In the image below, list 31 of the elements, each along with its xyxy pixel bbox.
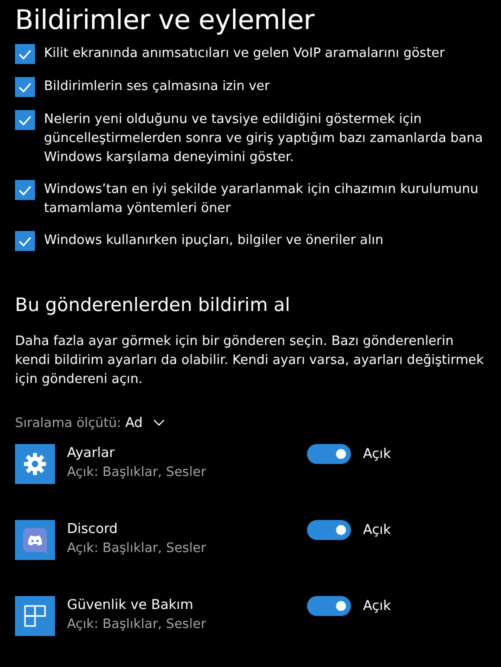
app-detail: Açık: Başlıklar, Sesler bbox=[67, 464, 208, 482]
sort-dropdown[interactable]: Ad bbox=[125, 415, 143, 431]
checkbox-label: Kilit ekranında anımsatıcıları ve gelen VoIP aramalarını göster bbox=[44, 45, 445, 63]
toggle-state: Açık bbox=[363, 445, 391, 464]
toggle-switch[interactable] bbox=[307, 520, 351, 540]
app-name: Ayarlar bbox=[67, 444, 116, 462]
toggle-switch[interactable] bbox=[307, 596, 351, 616]
page-title: Bildirimler ve eylemler bbox=[15, 4, 316, 38]
caret-icon[interactable] bbox=[152, 419, 165, 427]
checkbox-label: Windows’tan en iyi şekilde yararlanmak için cihazımın kurulumunu tamamlama yöntemleri öner bbox=[44, 181, 480, 218]
checkbox-label: Windows kullanırken ipuçları, bilgiler ve öneriler alın bbox=[44, 232, 384, 250]
section-heading: Bu gönderenlerden bildirim al bbox=[15, 295, 292, 316]
app-detail: Açık: Başlıklar, Sesler bbox=[67, 540, 208, 558]
window-grid-icon bbox=[15, 596, 55, 636]
checkbox[interactable] bbox=[15, 110, 35, 130]
toggle-state: Açık bbox=[363, 521, 391, 540]
toggle-switch[interactable] bbox=[307, 444, 351, 464]
checkbox[interactable] bbox=[15, 44, 35, 64]
checkbox[interactable] bbox=[15, 180, 35, 200]
toggle-state: Açık bbox=[363, 597, 391, 616]
gear-icon bbox=[15, 444, 55, 484]
sort-label: Sıralama ölçütü: bbox=[15, 416, 122, 430]
app-name: Güvenlik ve Bakım bbox=[67, 596, 194, 614]
checkbox[interactable] bbox=[15, 231, 35, 251]
chat-bubble-icon bbox=[15, 520, 55, 560]
app-name: Discord bbox=[67, 520, 119, 538]
app-detail: Açık: Başlıklar, Sesler bbox=[67, 616, 208, 634]
checkbox-label: Bildirimlerin ses çalmasına izin ver bbox=[44, 78, 270, 96]
section-description: Daha fazla ayar görmek için bir gönderen seçin. Bazı gönderenlerin kendi bildirim ayarları da olabilir. Kendi ayarı varsa, ayarları değiştirmek için göndereni açın. bbox=[15, 333, 485, 389]
checkbox[interactable] bbox=[15, 77, 35, 97]
checkbox-label: Nelerin yeni olduğunu ve tavsiye edildiğini göstermek için güncelleştirmelerden sonra ve giriş yaptığım bazı zamanlarda bana Windows karşılama deneyimini göster. bbox=[44, 111, 484, 167]
